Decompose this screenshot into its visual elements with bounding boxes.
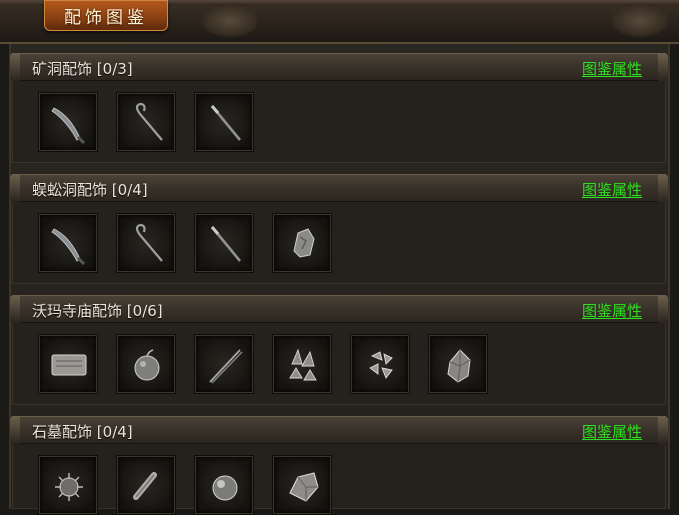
item-slot[interactable] bbox=[39, 456, 97, 514]
section-body bbox=[12, 202, 666, 284]
item-slot[interactable] bbox=[195, 335, 253, 393]
item-slot[interactable] bbox=[39, 214, 97, 272]
section-title: 石墓配饰 [0/4] bbox=[32, 423, 133, 441]
crystal-cluster-icon bbox=[289, 348, 317, 381]
section-title: 蜈蚣洞配饰 [0/4] bbox=[32, 181, 148, 199]
collection-attributes-link[interactable]: 图鉴属性 bbox=[582, 421, 642, 442]
item-slot[interactable] bbox=[351, 335, 409, 393]
item-slot[interactable] bbox=[117, 93, 175, 151]
crook-staff-icon bbox=[135, 102, 163, 141]
collection-attributes-link[interactable]: 图鉴属性 bbox=[582, 58, 642, 79]
item-slot[interactable] bbox=[39, 93, 97, 151]
gem-pouch-icon bbox=[447, 349, 471, 383]
frame-ornament bbox=[610, 4, 670, 38]
section-body bbox=[12, 81, 666, 163]
collection-attributes-link[interactable]: 图鉴属性 bbox=[582, 179, 642, 200]
item-slot[interactable] bbox=[429, 335, 487, 393]
brick-icon bbox=[51, 354, 87, 376]
blade-icon bbox=[51, 228, 86, 266]
section-body bbox=[12, 444, 666, 514]
item-slot[interactable] bbox=[117, 214, 175, 272]
item-slot[interactable] bbox=[273, 214, 331, 272]
scroll-icon bbox=[133, 472, 157, 500]
spiky-orb-icon bbox=[55, 473, 83, 501]
item-slot[interactable] bbox=[273, 456, 331, 514]
section-body bbox=[12, 323, 666, 405]
item-slot[interactable] bbox=[117, 456, 175, 514]
crystal-chunk-icon bbox=[289, 472, 319, 502]
section-header: 矿洞配饰 [0/3] 图鉴属性 bbox=[10, 53, 668, 81]
frame-ornament bbox=[200, 4, 260, 38]
window-title: 配饰图鉴 bbox=[64, 7, 148, 28]
chopsticks-icon bbox=[209, 349, 243, 384]
item-slot[interactable] bbox=[195, 456, 253, 514]
collection-attributes-link[interactable]: 图鉴属性 bbox=[582, 300, 642, 321]
section-header: 沃玛寺庙配饰 [0/6] 图鉴属性 bbox=[10, 295, 668, 323]
section-header: 蜈蚣洞配饰 [0/4] 图鉴属性 bbox=[10, 174, 668, 202]
apple-icon bbox=[134, 349, 160, 381]
window-title-tab[interactable]: 配饰图鉴 bbox=[44, 0, 168, 31]
section-header: 石墓配饰 [0/4] 图鉴属性 bbox=[10, 416, 668, 444]
section-title: 矿洞配饰 [0/3] bbox=[32, 60, 133, 78]
blade-icon bbox=[51, 107, 86, 145]
rod-icon bbox=[210, 226, 242, 262]
shard-cluster-icon bbox=[369, 351, 393, 379]
item-slot[interactable] bbox=[195, 214, 253, 272]
section-title: 沃玛寺庙配饰 [0/6] bbox=[32, 302, 163, 320]
rod-icon bbox=[210, 105, 242, 141]
item-slot[interactable] bbox=[117, 335, 175, 393]
glass-orb-icon bbox=[212, 475, 238, 501]
item-slot[interactable] bbox=[195, 93, 253, 151]
item-slot[interactable] bbox=[39, 335, 97, 393]
item-slot[interactable] bbox=[273, 335, 331, 393]
ore-fragment-icon bbox=[293, 228, 315, 258]
crook-staff-icon bbox=[135, 223, 163, 262]
